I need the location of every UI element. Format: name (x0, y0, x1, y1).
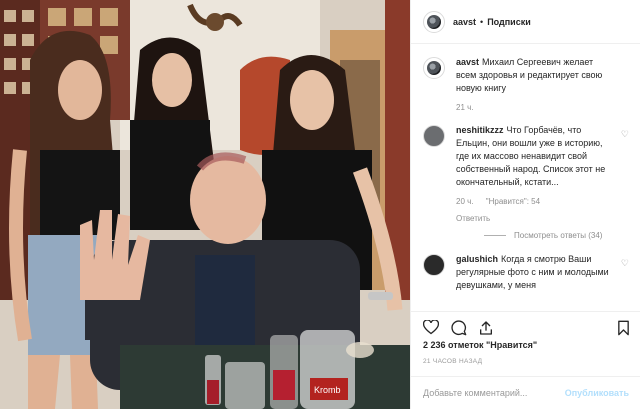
commenter-avatar-icon[interactable] (423, 125, 445, 147)
bookmark-icon[interactable] (617, 320, 630, 336)
share-icon[interactable] (478, 320, 494, 336)
caption-time[interactable]: 21 ч. (456, 103, 474, 112)
header-separator: • (480, 16, 484, 27)
reply-button[interactable]: Ответить (456, 212, 616, 225)
post-photo[interactable]: Kromb (0, 0, 410, 409)
caption-row: aavst Михаил Сергеевич желает всем здоров… (411, 56, 640, 114)
post-header: aavst • Подписки (411, 0, 640, 44)
heart-outline-icon[interactable]: ♡ (621, 258, 629, 269)
header-username[interactable]: aavst (453, 17, 476, 27)
comment-row: galushich Когда я смотрю Ваши регулярные … (411, 253, 640, 292)
view-replies-button[interactable]: Посмотреть ответы (34) (484, 231, 640, 240)
heart-icon[interactable] (423, 320, 439, 335)
profile-avatar-icon[interactable] (423, 10, 445, 33)
post-sidebar: aavst • Подписки aavst Михаил Сергеевич ж… (410, 0, 640, 409)
comment-icon[interactable] (451, 320, 467, 336)
commenter-avatar-icon[interactable] (423, 254, 445, 276)
comment-username[interactable]: neshitikzzz (456, 125, 504, 135)
comment-username[interactable]: galushich (456, 254, 498, 264)
likes-count[interactable]: 2 236 отметок "Нравится" (423, 340, 537, 350)
comment-likes[interactable]: "Нравится": 54 (486, 197, 540, 206)
caption-username[interactable]: aavst (456, 57, 479, 67)
action-bar (411, 311, 640, 341)
post-photo-illustration: Kromb (0, 0, 410, 409)
mug-label: Kromb (314, 385, 341, 395)
heart-outline-icon[interactable]: ♡ (621, 129, 629, 140)
comment-row: neshitikzzz Что Горбачёв, что Ельцин, они… (411, 124, 640, 225)
publish-button[interactable]: Опубликовать (565, 388, 629, 398)
post-timestamp: 21 ЧАСОВ НАЗАД (423, 358, 483, 365)
comment-time[interactable]: 20 ч. (456, 197, 474, 206)
comments-list[interactable]: aavst Михаил Сергеевич желает всем здоров… (411, 56, 640, 310)
add-comment-bar: Опубликовать (411, 376, 640, 409)
add-comment-input[interactable] (423, 388, 565, 398)
caption-avatar-icon[interactable] (423, 57, 445, 79)
follow-button[interactable]: Подписки (487, 17, 531, 27)
